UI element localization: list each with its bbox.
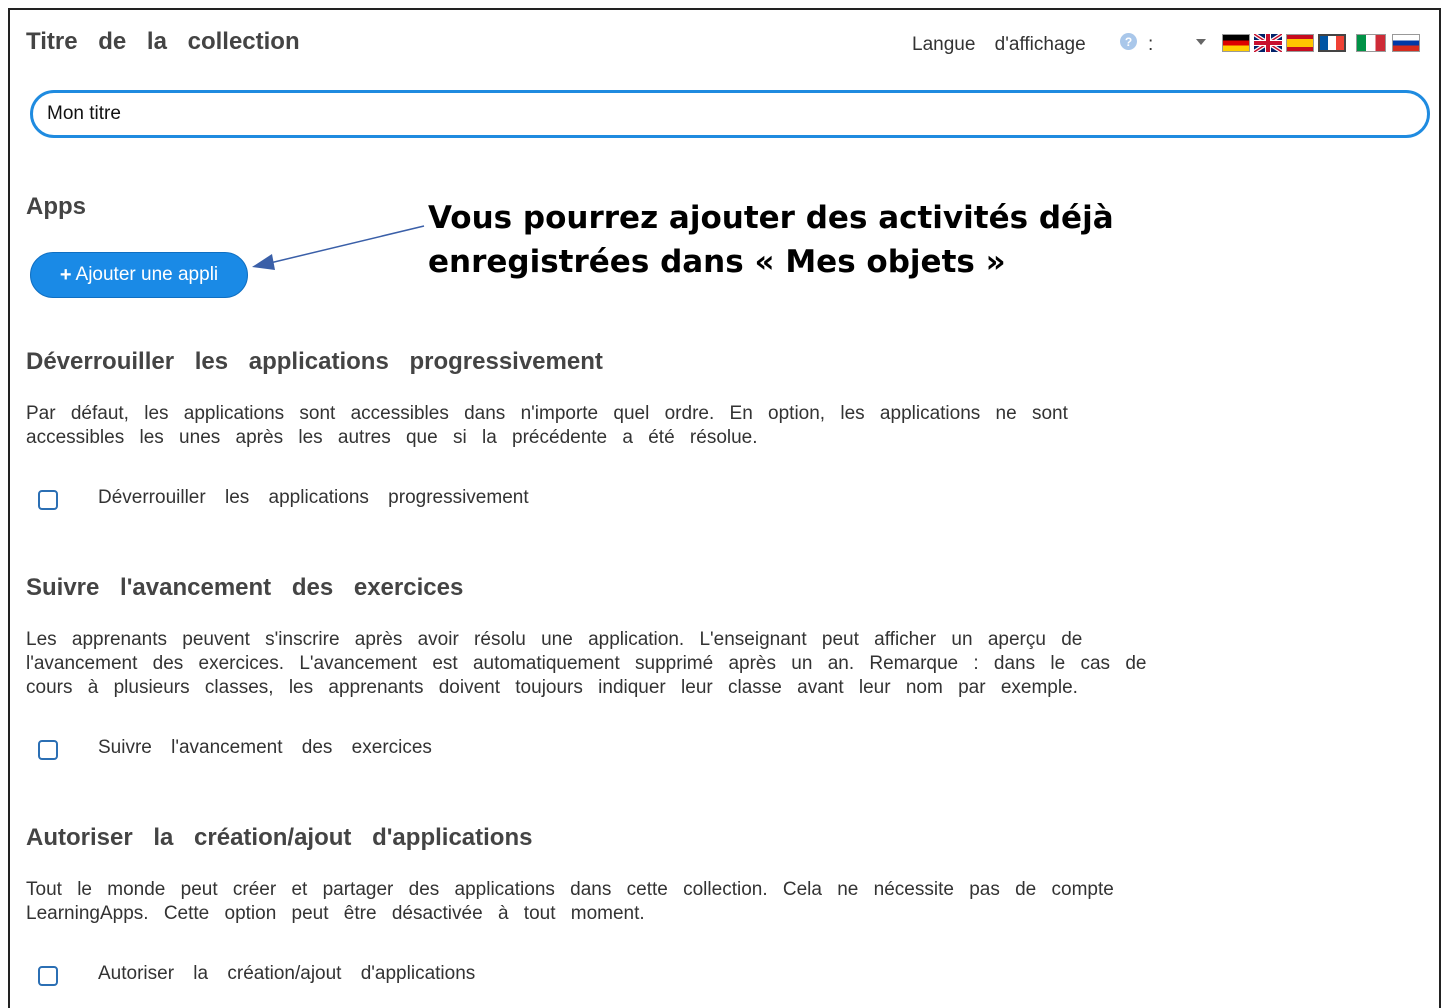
- help-icon[interactable]: ?: [1120, 33, 1137, 50]
- collection-title-heading: Titre de la collection: [26, 28, 300, 55]
- collection-title-input[interactable]: [30, 90, 1430, 138]
- progress-heading: Suivre l'avancement des exercices: [26, 574, 464, 601]
- annotation-arrow-icon: [252, 225, 425, 270]
- annotation-line-1: Vous pourrez ajouter des activités déjà: [428, 200, 1114, 236]
- flag-ru-icon[interactable]: [1392, 34, 1420, 52]
- unlock-checkbox-label[interactable]: Déverrouiller les applications progressi…: [98, 487, 529, 509]
- progress-checkbox[interactable]: [38, 740, 58, 760]
- language-label: Langue d'affichage: [912, 34, 1086, 55]
- language-colon: :: [1148, 34, 1154, 55]
- flag-fr-icon[interactable]: [1318, 34, 1346, 52]
- annotation-line-2: enregistrées dans « Mes objets »: [428, 244, 1006, 280]
- chevron-down-icon[interactable]: [1196, 39, 1206, 45]
- apps-heading: Apps: [26, 193, 86, 220]
- progress-description-line-2: l'avancement des exercices. L'avancement…: [26, 653, 1147, 674]
- unlock-description-line-2: accessibles les unes après les autres qu…: [26, 427, 758, 448]
- allow-description-line-1: Tout le monde peut créer et partager des…: [26, 879, 1114, 900]
- plus-icon: +: [59, 263, 72, 286]
- flag-en-graphic: [1254, 34, 1282, 52]
- allow-checkbox-label[interactable]: Autoriser la création/ajout d'applicatio…: [98, 963, 475, 985]
- flag-de-icon[interactable]: [1222, 34, 1250, 52]
- allow-heading: Autoriser la création/ajout d'applicatio…: [26, 824, 533, 851]
- unlock-checkbox[interactable]: [38, 490, 58, 510]
- add-app-button[interactable]: + Ajouter une appli: [30, 252, 248, 298]
- progress-description-line-1: Les apprenants peuvent s'inscrire après …: [26, 629, 1083, 650]
- annotation-callout: Vous pourrez ajouter des activités déjà …: [428, 196, 1114, 284]
- flag-es-icon[interactable]: [1286, 34, 1314, 52]
- unlock-description-line-1: Par défaut, les applications sont access…: [26, 403, 1068, 424]
- allow-description-line-2: LearningApps. Cette option peut être dés…: [26, 903, 645, 924]
- unlock-heading: Déverrouiller les applications progressi…: [26, 348, 603, 375]
- flag-it-icon[interactable]: [1356, 34, 1386, 52]
- add-app-button-label: Ajouter une appli: [75, 264, 219, 285]
- progress-checkbox-label[interactable]: Suivre l'avancement des exercices: [98, 737, 432, 759]
- progress-description-line-3: cours à plusieurs classes, les apprenant…: [26, 677, 1078, 698]
- flag-en-icon[interactable]: [1254, 34, 1282, 52]
- allow-checkbox[interactable]: [38, 966, 58, 986]
